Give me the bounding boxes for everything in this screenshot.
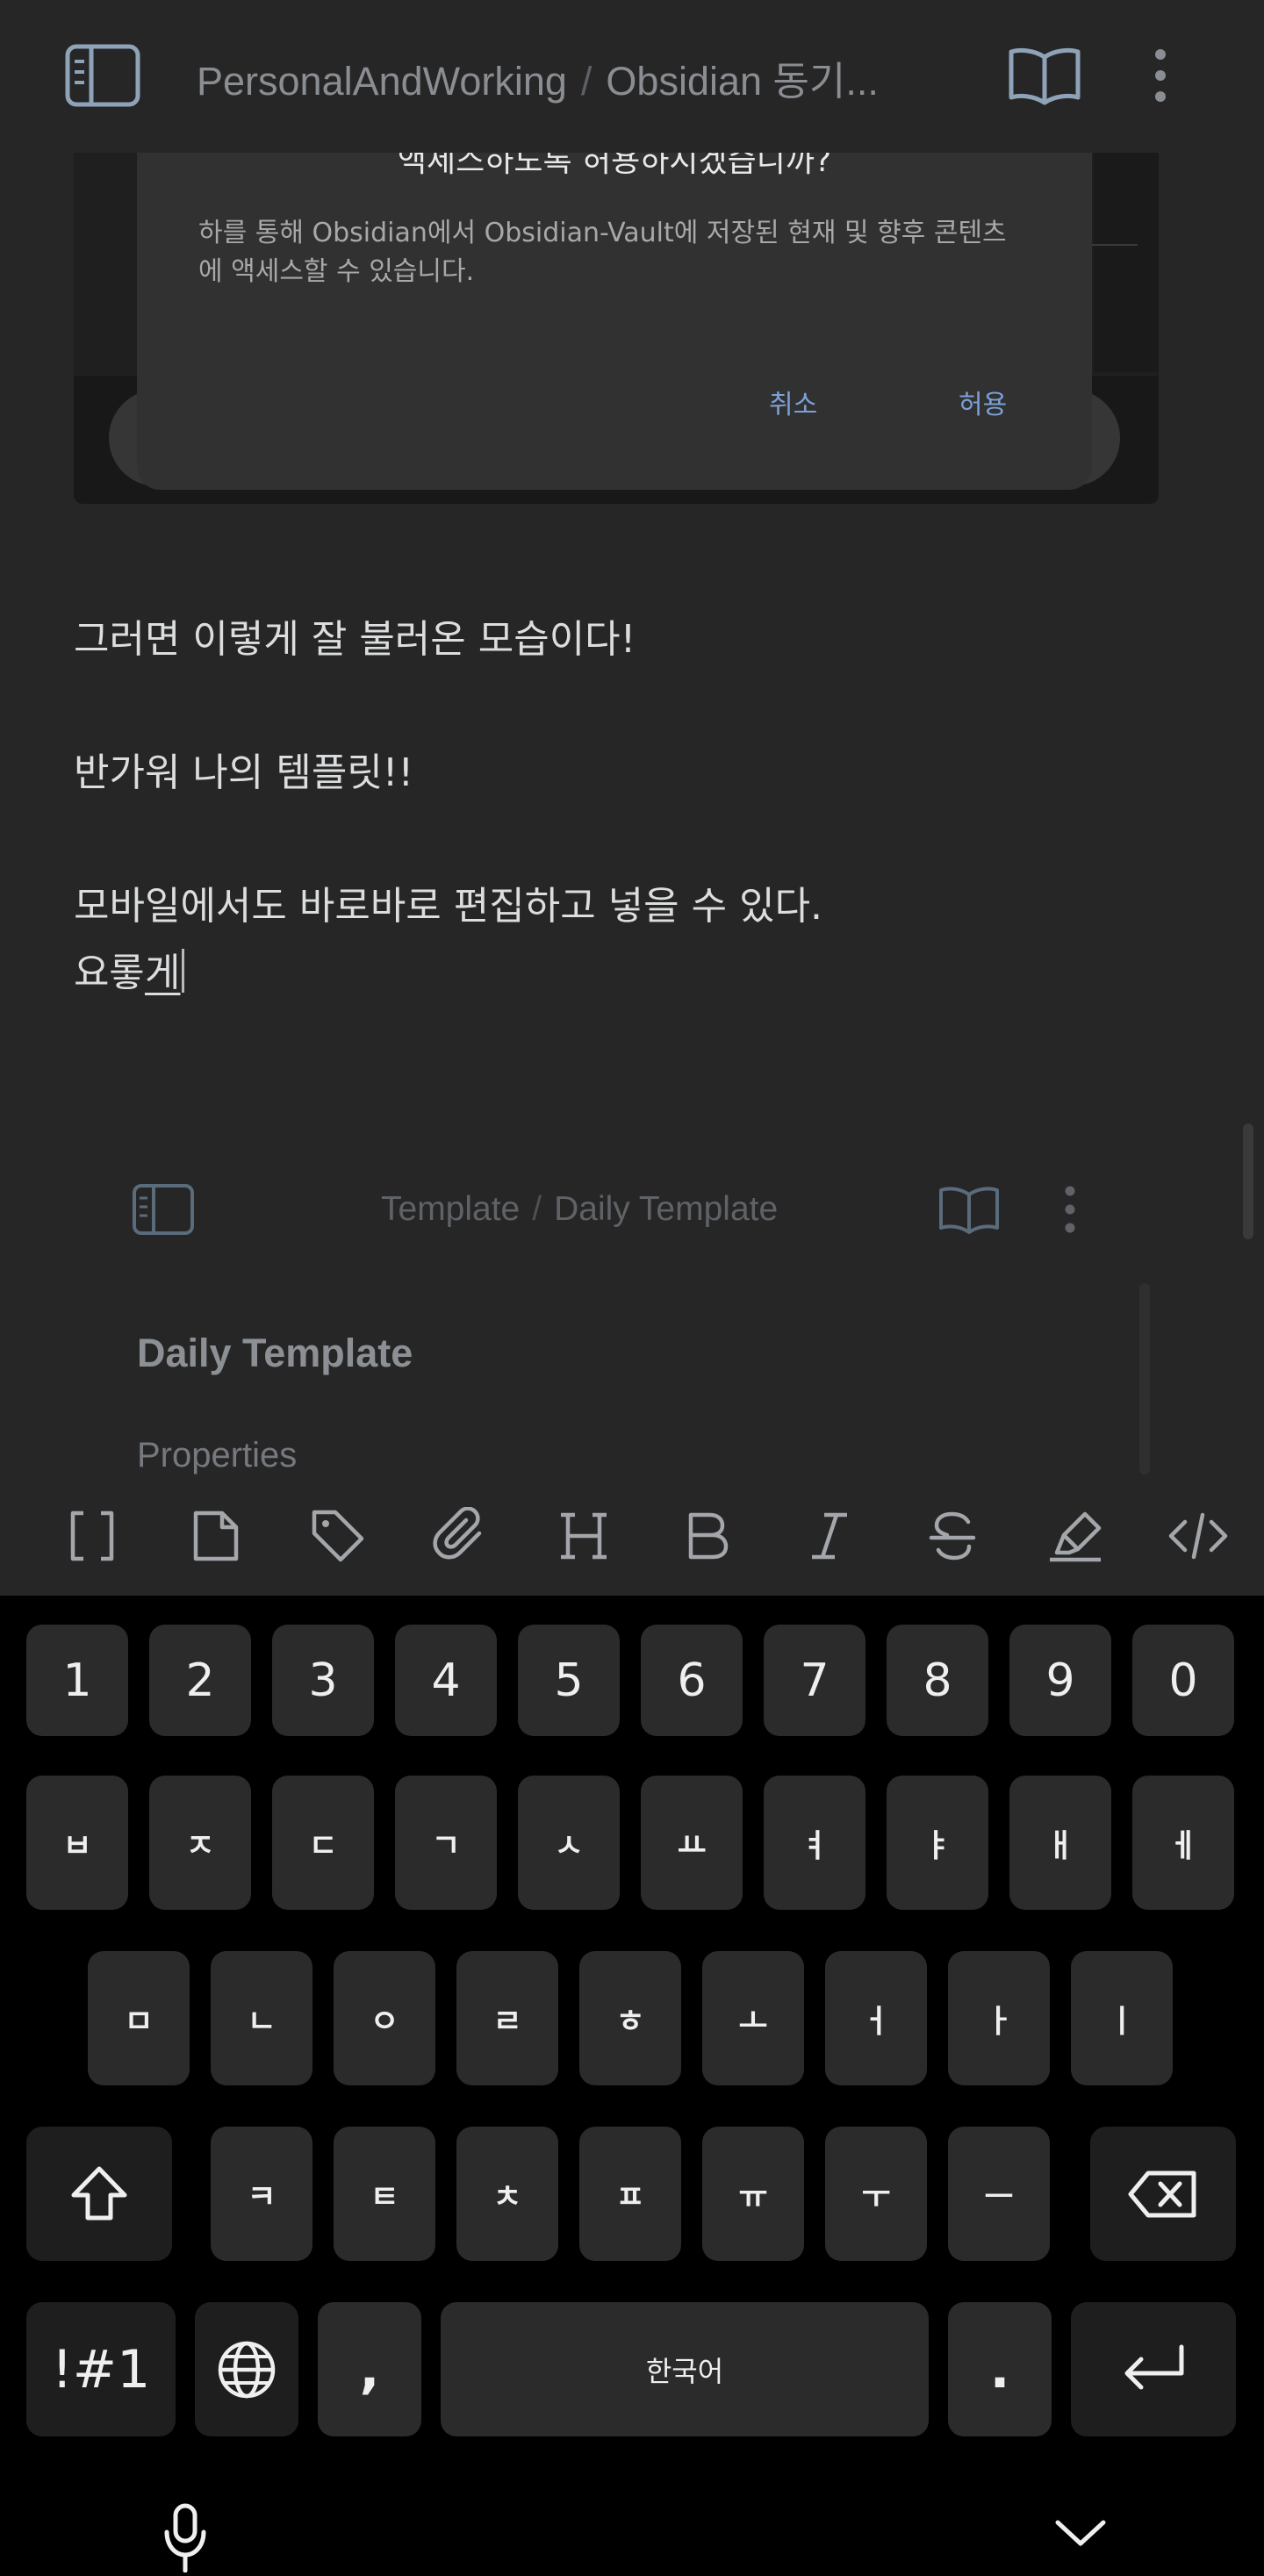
key-2[interactable]: 2 xyxy=(149,1625,251,1736)
embed-file[interactable]: Daily Template xyxy=(554,1190,778,1228)
dialog-title: 액세스하도록 허용하시겠습니까? xyxy=(397,153,832,179)
breadcrumb-separator: / xyxy=(580,59,592,104)
composing-character: 게 xyxy=(144,951,181,995)
key-0[interactable]: 0 xyxy=(1132,1625,1234,1736)
reading-view-icon[interactable] xyxy=(1006,42,1083,109)
highlight-icon[interactable] xyxy=(1031,1492,1119,1580)
key-7[interactable]: 7 xyxy=(764,1625,865,1736)
key-4[interactable]: 4 xyxy=(395,1625,497,1736)
key-ya[interactable]: ㅑ xyxy=(887,1776,988,1910)
key-e[interactable]: ㅔ xyxy=(1132,1776,1234,1910)
file-icon[interactable] xyxy=(171,1492,259,1580)
key-ieung[interactable]: ㅇ xyxy=(334,1951,435,2085)
key-giyeok[interactable]: ㄱ xyxy=(395,1776,497,1910)
shift-icon xyxy=(71,2166,127,2220)
note-paragraph[interactable]: 모바일에서도 바로바로 편집하고 넣을 수 있다. xyxy=(74,874,822,930)
key-eu[interactable]: ㅡ xyxy=(948,2127,1050,2261)
key-ae[interactable]: ㅐ xyxy=(1009,1776,1111,1910)
embed-more-options-icon[interactable] xyxy=(1057,1183,1083,1236)
permission-dialog: 액세스하도록 허용하시겠습니까? 하를 통해 Obsidian에서 Obsidi… xyxy=(137,153,1092,490)
key-i[interactable]: ㅣ xyxy=(1071,1951,1173,2085)
key-kieuk[interactable]: ㅋ xyxy=(211,2127,312,2261)
strikethrough-icon[interactable] xyxy=(908,1492,996,1580)
dialog-body: 하를 통해 Obsidian에서 Obsidian-Vault에 저장된 현재 … xyxy=(198,218,1007,287)
tag-icon[interactable] xyxy=(294,1492,382,1580)
hide-keyboard-icon[interactable] xyxy=(1041,2507,1120,2559)
key-tieut[interactable]: ㅌ xyxy=(334,2127,435,2261)
key-yeo[interactable]: ㅕ xyxy=(764,1776,865,1910)
embed-note-title: Daily Template xyxy=(137,1331,413,1375)
embed-reading-view-icon[interactable] xyxy=(937,1181,1001,1238)
key-3[interactable]: 3 xyxy=(272,1625,374,1736)
bold-icon[interactable] xyxy=(663,1492,750,1580)
embed-sidebar-icon[interactable] xyxy=(130,1181,197,1238)
note-paragraph[interactable]: 그러면 이렇게 잘 불러온 모습이다! xyxy=(74,607,636,664)
embed-scrollbar[interactable] xyxy=(1139,1283,1150,1475)
dialog-allow-button: 허용 xyxy=(959,390,1008,420)
key-u[interactable]: ㅜ xyxy=(825,2127,927,2261)
key-digeut[interactable]: ㄷ xyxy=(272,1776,374,1910)
heading-icon[interactable] xyxy=(540,1492,628,1580)
virtual-keyboard: 1 2 3 4 5 6 7 8 9 0 ㅂ ㅈ ㄷ ㄱ ㅅ ㅛ ㅕ ㅑ ㅐ ㅔ … xyxy=(0,1596,1264,2576)
globe-icon xyxy=(218,2341,276,2398)
attachment-icon[interactable] xyxy=(417,1492,505,1580)
period-key[interactable]: . xyxy=(948,2302,1052,2436)
dialog-cancel-button: 취소 xyxy=(769,390,818,420)
shift-key[interactable] xyxy=(26,2127,172,2261)
language-key[interactable] xyxy=(195,2302,298,2436)
key-6[interactable]: 6 xyxy=(641,1625,743,1736)
backspace-key[interactable] xyxy=(1090,2127,1236,2261)
key-yu[interactable]: ㅠ xyxy=(702,2127,804,2261)
key-bieup[interactable]: ㅂ xyxy=(26,1776,128,1910)
italic-icon[interactable] xyxy=(786,1492,873,1580)
code-icon[interactable] xyxy=(1154,1492,1242,1580)
key-mieum[interactable]: ㅁ xyxy=(88,1951,190,2085)
sidebar-toggle-icon[interactable] xyxy=(63,42,142,109)
symbols-key[interactable]: !#1 xyxy=(26,2302,176,2436)
breadcrumb-note[interactable]: Obsidian 동기... xyxy=(606,59,878,104)
backspace-icon xyxy=(1128,2171,1196,2217)
wikilink-icon[interactable] xyxy=(48,1492,136,1580)
formatting-toolbar xyxy=(0,1475,1264,1596)
key-8[interactable]: 8 xyxy=(887,1625,988,1736)
enter-key[interactable] xyxy=(1071,2302,1236,2436)
space-key[interactable]: 한국어 xyxy=(441,2302,929,2436)
key-rieul[interactable]: ㄹ xyxy=(456,1951,558,2085)
embed-folder[interactable]: Template xyxy=(381,1190,520,1228)
app-header: PersonalAndWorking / Obsidian 동기... xyxy=(0,0,1264,153)
key-o[interactable]: ㅗ xyxy=(702,1951,804,2085)
enter-icon xyxy=(1124,2344,1184,2389)
key-chieut[interactable]: ㅊ xyxy=(456,2127,558,2261)
key-eo[interactable]: ㅓ xyxy=(825,1951,927,2085)
key-jieut[interactable]: ㅈ xyxy=(149,1776,251,1910)
key-9[interactable]: 9 xyxy=(1009,1625,1111,1736)
key-a[interactable]: ㅏ xyxy=(948,1951,1050,2085)
note-paragraph-editing[interactable]: 요롷게 xyxy=(74,941,185,997)
note-paragraph[interactable]: 반가워 나의 템플릿!! xyxy=(74,741,413,797)
page-scrollbar[interactable] xyxy=(1243,1123,1253,1239)
key-5[interactable]: 5 xyxy=(518,1625,620,1736)
key-nieun[interactable]: ㄴ xyxy=(211,1951,312,2085)
key-yo[interactable]: ㅛ xyxy=(641,1776,743,1910)
image-divider xyxy=(1092,244,1138,246)
text-before-cursor: 요롷 xyxy=(74,951,145,995)
comma-key[interactable]: , xyxy=(318,2302,421,2436)
breadcrumb-vault[interactable]: PersonalAndWorking xyxy=(197,59,567,104)
microphone-icon[interactable] xyxy=(154,2498,216,2576)
embed-properties-label[interactable]: Properties xyxy=(137,1436,297,1475)
embed-breadcrumb[interactable]: Template / Daily Template xyxy=(381,1190,778,1229)
breadcrumb[interactable]: PersonalAndWorking / Obsidian 동기... xyxy=(197,49,879,106)
embed-separator: / xyxy=(532,1190,542,1228)
key-hieut[interactable]: ㅎ xyxy=(579,1951,681,2085)
key-pieup[interactable]: ㅍ xyxy=(579,2127,681,2261)
more-options-icon[interactable] xyxy=(1141,44,1180,107)
image-background-strip xyxy=(1094,153,1159,372)
embedded-screenshot-image: 액세스하도록 허용하시겠습니까? 하를 통해 Obsidian에서 Obsidi… xyxy=(74,153,1159,504)
key-1[interactable]: 1 xyxy=(26,1625,128,1736)
text-cursor xyxy=(182,949,185,993)
key-siot[interactable]: ㅅ xyxy=(518,1776,620,1910)
